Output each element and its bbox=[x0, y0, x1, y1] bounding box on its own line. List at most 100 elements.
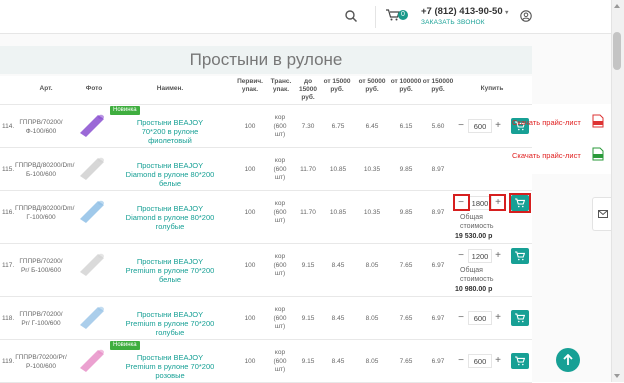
qty-minus-button[interactable]: − bbox=[455, 119, 467, 133]
scroll-up-arrow[interactable] bbox=[614, 4, 620, 8]
product-name-link[interactable]: Простыни BEAJOY Premium в рулоне 70*200 … bbox=[124, 310, 216, 337]
add-to-cart-button[interactable] bbox=[511, 353, 529, 369]
row-price-5: 6.97 bbox=[431, 262, 445, 269]
col-header-p5: от 150000 руб. bbox=[422, 78, 454, 93]
col-header-photo: Фото bbox=[85, 85, 103, 92]
search-icon[interactable] bbox=[344, 9, 358, 23]
row-article: ГППРВД/80200/Dm/ Б-100/600 bbox=[15, 162, 75, 178]
row-price-5: 5.60 bbox=[431, 123, 445, 130]
add-to-cart-button[interactable] bbox=[511, 248, 529, 264]
row-divider bbox=[0, 147, 532, 148]
row-trans: кор (600 шт) bbox=[273, 349, 287, 373]
user-icon[interactable] bbox=[520, 10, 532, 22]
row-price-3: 8.05 bbox=[365, 262, 379, 269]
roll-end bbox=[98, 306, 104, 312]
row-price-3: 6.45 bbox=[365, 123, 379, 130]
col-header-p3: от 50000 руб. bbox=[358, 78, 386, 93]
row-price-4: 7.65 bbox=[399, 262, 413, 269]
col-header-pervich: Первич. упак. bbox=[237, 78, 263, 93]
scroll-down-arrow[interactable] bbox=[614, 374, 620, 378]
total-value-116: 19 530.00 р bbox=[455, 233, 493, 240]
callback-link[interactable]: ЗАКАЗАТЬ ЗВОНОК bbox=[421, 19, 485, 26]
row-number: 114. bbox=[2, 123, 15, 130]
mail-tab[interactable] bbox=[592, 197, 611, 231]
row-price-4: 7.65 bbox=[399, 358, 413, 365]
mail-icon bbox=[598, 210, 608, 218]
row-pervich: 100 bbox=[244, 123, 256, 130]
row-price-5: 6.97 bbox=[431, 358, 445, 365]
roll-end bbox=[98, 114, 104, 120]
row-trans: кор (600 шт) bbox=[273, 114, 287, 138]
row-price-2: 10.85 bbox=[329, 166, 347, 173]
row-article: ГППРВ/70200/ Ф-100/600 bbox=[19, 119, 63, 135]
row-price-3: 10.35 bbox=[363, 166, 381, 173]
qty-plus-button[interactable]: + bbox=[492, 354, 504, 368]
product-name-link[interactable]: Простыни BEAJOY Diamond в рулоне 80*200 … bbox=[124, 204, 216, 231]
cart-icon bbox=[515, 251, 525, 261]
product-photo[interactable] bbox=[76, 197, 108, 225]
product-photo[interactable] bbox=[76, 111, 108, 139]
row-pervich: 100 bbox=[244, 209, 256, 216]
product-photo[interactable] bbox=[76, 346, 108, 374]
qty-minus-button[interactable]: − bbox=[455, 311, 467, 325]
row-price-5: 6.97 bbox=[431, 315, 445, 322]
total-value-117: 10 980.00 р bbox=[455, 286, 493, 293]
col-header-name: Наимен. bbox=[156, 85, 184, 92]
qty-plus-button[interactable]: + bbox=[492, 249, 504, 263]
scrollbar-thumb[interactable] bbox=[613, 32, 621, 70]
row-article: ГППРВ/70200/ Pr/ Г-100/600 bbox=[19, 311, 63, 327]
row-divider bbox=[0, 339, 532, 340]
qty-input[interactable]: 1200 bbox=[468, 249, 492, 263]
quantity-stepper: − 600 + bbox=[455, 354, 505, 368]
product-photo[interactable] bbox=[76, 303, 108, 331]
row-article: ГППРВ/70200/Pr/ Р-100/600 bbox=[15, 354, 67, 370]
row-pervich: 100 bbox=[244, 262, 256, 269]
product-name-link[interactable]: Простыни BEAJOY Diamond в рулоне 80*200 … bbox=[124, 161, 216, 188]
new-badge: Новинка bbox=[110, 341, 140, 350]
highlight-minus bbox=[453, 194, 470, 211]
row-price-2: 8.45 bbox=[331, 315, 345, 322]
new-badge: Новинка bbox=[110, 106, 140, 115]
phone-number[interactable]: +7 (812) 413-90-50 ▾ bbox=[421, 6, 508, 17]
excel-file-icon[interactable] bbox=[592, 147, 604, 161]
product-name-link[interactable]: Простыни BEAJOY Premium в рулоне 70*200 … bbox=[124, 353, 216, 380]
row-price-4: 9.85 bbox=[399, 166, 413, 173]
arrow-up-icon bbox=[563, 354, 573, 365]
qty-input[interactable]: 600 bbox=[468, 119, 492, 133]
product-photo[interactable] bbox=[76, 154, 108, 182]
qty-input[interactable]: 600 bbox=[468, 354, 492, 368]
product-photo[interactable] bbox=[76, 250, 108, 278]
col-header-p1: до 15000 руб. bbox=[298, 78, 318, 101]
header-divider bbox=[375, 6, 376, 28]
qty-minus-button[interactable]: − bbox=[455, 249, 467, 263]
row-number: 117. bbox=[2, 262, 15, 269]
qty-minus-button[interactable]: − bbox=[455, 354, 467, 368]
row-trans: кор (600 шт) bbox=[273, 253, 287, 277]
qty-input[interactable]: 600 bbox=[468, 311, 492, 325]
row-price-5: 8.97 bbox=[431, 209, 445, 216]
row-price-4: 6.15 bbox=[399, 123, 413, 130]
download-pdf-link[interactable]: Скачать прайс-лист bbox=[512, 118, 581, 127]
row-price-2: 8.45 bbox=[331, 262, 345, 269]
roll-end bbox=[98, 200, 104, 206]
pdf-file-icon[interactable] bbox=[592, 114, 604, 128]
qty-plus-button[interactable]: + bbox=[492, 119, 504, 133]
product-name-link[interactable]: Простыни BEAJOY 70*200 в рулоне фиолетов… bbox=[124, 118, 216, 145]
row-price-2: 10.85 bbox=[329, 209, 347, 216]
row-price-1: 11.70 bbox=[300, 166, 316, 173]
row-divider bbox=[0, 190, 532, 191]
row-price-2: 8.45 bbox=[331, 358, 345, 365]
download-xls-link[interactable]: Скачать прайс-лист bbox=[512, 151, 581, 160]
row-number: 118. bbox=[2, 315, 15, 322]
product-name-link[interactable]: Простыни BEAJOY Premium в рулоне 70*200 … bbox=[124, 257, 216, 284]
col-header-buy: Купить bbox=[480, 85, 504, 92]
row-price-1: 9.15 bbox=[301, 262, 315, 269]
scroll-top-button[interactable] bbox=[556, 348, 580, 372]
add-to-cart-button[interactable] bbox=[511, 310, 529, 326]
row-pervich: 100 bbox=[244, 315, 256, 322]
col-header-trans: Транс. упак. bbox=[270, 78, 292, 93]
col-header-art: Арт. bbox=[39, 85, 53, 92]
row-article: ГППРВД/80200/Dm/ Г-100/600 bbox=[15, 205, 75, 221]
qty-plus-button[interactable]: + bbox=[492, 311, 504, 325]
roll-end bbox=[98, 253, 104, 259]
